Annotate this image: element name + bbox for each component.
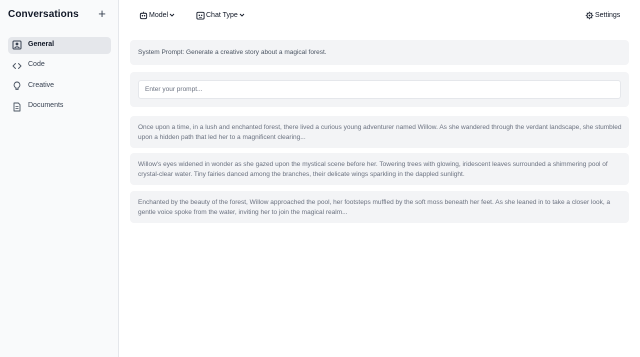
message-card: Once upon a time, in a lush and enchante… bbox=[130, 116, 629, 148]
system-prompt-text: System Prompt: Generate a creative story… bbox=[138, 48, 327, 56]
sidebar-item-label: Documents bbox=[28, 102, 64, 109]
message-text: Willow's eyes widened in wonder as she g… bbox=[138, 161, 608, 178]
sidebar-item-documents[interactable]: Documents bbox=[8, 99, 111, 116]
prompt-card bbox=[130, 72, 629, 107]
system-prompt-card: System Prompt: Generate a creative story… bbox=[130, 40, 629, 65]
prompt-input[interactable] bbox=[138, 80, 621, 99]
sidebar: Conversations + General Code Creative Do… bbox=[0, 0, 119, 357]
message-card: Willow's eyes widened in wonder as she g… bbox=[130, 153, 629, 185]
conversation-nav: General Code Creative Documents bbox=[8, 37, 111, 119]
model-dropdown[interactable]: Model bbox=[139, 9, 175, 21]
main-content: System Prompt: Generate a creative story… bbox=[119, 30, 640, 357]
sidebar-item-label: Code bbox=[28, 61, 45, 68]
sidebar-item-label: Creative bbox=[28, 81, 55, 89]
sidebar-item-general[interactable]: General bbox=[8, 37, 111, 54]
chevron-down-icon bbox=[169, 13, 175, 17]
chat-type-label: Chat Type bbox=[206, 11, 238, 19]
message-card: Enchanted by the beauty of the forest, W… bbox=[130, 191, 629, 223]
document-icon bbox=[13, 102, 21, 111]
model-label: Model bbox=[149, 11, 169, 19]
sidebar-item-label: General bbox=[28, 40, 55, 48]
settings-label: Settings bbox=[595, 11, 621, 19]
message-text: Enchanted by the beauty of the forest, W… bbox=[138, 199, 611, 216]
sidebar-title: Conversations bbox=[8, 9, 79, 20]
chat-type-dropdown[interactable]: Chat Type bbox=[196, 9, 245, 21]
sidebar-header: Conversations + bbox=[0, 0, 119, 30]
top-toolbar: Model Chat Type Settings bbox=[119, 0, 640, 30]
sidebar-item-code[interactable]: Code bbox=[8, 58, 111, 75]
sidebar-item-creative[interactable]: Creative bbox=[8, 78, 111, 95]
robot-icon bbox=[139, 11, 148, 19]
code-icon bbox=[12, 62, 22, 69]
gear-icon bbox=[585, 11, 594, 19]
lightbulb-icon bbox=[13, 81, 21, 91]
portrait-icon bbox=[12, 40, 22, 50]
settings-button[interactable]: Settings bbox=[585, 9, 620, 21]
message-text: Once upon a time, in a lush and enchante… bbox=[138, 124, 622, 141]
chevron-down-icon bbox=[239, 13, 245, 17]
new-conversation-button[interactable]: + bbox=[96, 6, 108, 22]
chat-type-icon bbox=[196, 11, 205, 20]
